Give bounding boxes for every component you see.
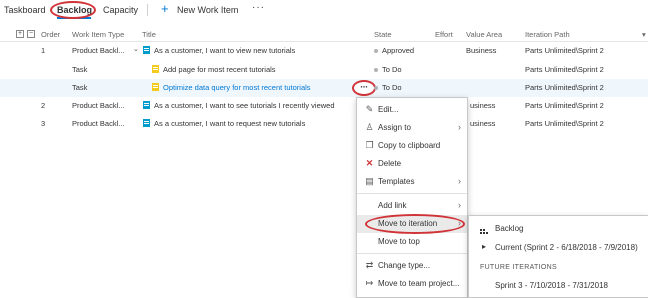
pencil-icon: ✎	[365, 104, 374, 114]
menu-item-label: Edit...	[378, 105, 399, 114]
row-order: 1	[41, 46, 46, 55]
row-title[interactable]: As a customer, I want to request new tut…	[154, 119, 305, 128]
chevron-right-icon: ›	[458, 200, 461, 210]
menu-item-move-to-top[interactable]: Move to top	[357, 233, 467, 251]
row-more-actions-button[interactable]: ···	[352, 80, 376, 96]
header-value-area[interactable]: Value Area	[466, 30, 502, 39]
expand-all-icon[interactable]: +	[16, 30, 24, 38]
chevron-down-icon[interactable]: ⌄	[133, 45, 139, 53]
row-type: Product Backl...	[72, 101, 125, 110]
row-type: Task	[72, 65, 88, 74]
menu-item-label: Add link	[378, 201, 407, 210]
menu-item-delete[interactable]: ✕ Delete	[357, 155, 467, 173]
more-actions-icon[interactable]: ···	[252, 2, 265, 13]
nav-divider	[147, 4, 148, 16]
row-value-area: usiness	[470, 101, 496, 110]
header-filter-icon[interactable]: ▾	[642, 30, 646, 39]
template-icon: ▤	[365, 176, 374, 186]
row-title[interactable]: Optimize data query for most recent tuto…	[163, 83, 311, 92]
task-icon	[152, 83, 159, 91]
change-type-icon: ⇄	[365, 260, 374, 270]
new-work-item-button[interactable]: New Work Item	[177, 5, 238, 15]
backlog-highlight-circle	[50, 1, 96, 19]
table-row[interactable]: 2 Product Backl... As a customer, I want…	[0, 97, 648, 115]
tab-capacity[interactable]: Capacity	[103, 5, 138, 15]
iteration-submenu: Backlog ▸ Current (Sprint 2 - 6/18/2018 …	[468, 215, 648, 298]
menu-item-label: Delete	[378, 159, 402, 168]
header-effort[interactable]: Effort	[435, 30, 453, 39]
row-iteration: Parts Unlimited\Sprint 2	[525, 65, 604, 74]
row-type: Product Backl...	[72, 46, 125, 55]
row-order: 2	[41, 101, 46, 110]
product-backlog-item-icon	[143, 46, 150, 54]
menu-item-copy-to-clipboard[interactable]: ❐ Copy to clipboard	[357, 137, 467, 155]
header-order[interactable]: Order	[41, 30, 60, 39]
menu-item-label: Copy to clipboard	[378, 141, 441, 150]
header-state[interactable]: State	[374, 30, 392, 39]
state-dot-icon	[374, 49, 378, 53]
row-title[interactable]: As a customer, I want to view new tutori…	[154, 46, 295, 55]
move-project-icon: ↦	[365, 278, 374, 288]
menu-divider	[357, 253, 467, 254]
row-iteration: Parts Unlimited\Sprint 2	[525, 83, 604, 92]
product-backlog-item-icon	[143, 101, 150, 109]
table-row[interactable]: 1 Product Backl... ⌄ As a customer, I wa…	[0, 42, 648, 60]
menu-item-add-link[interactable]: Add link ›	[357, 197, 467, 215]
row-title[interactable]: Add page for most recent tutorials	[163, 65, 276, 74]
menu-item-label: Change type...	[378, 261, 431, 270]
assign-user-icon: ♙	[365, 122, 374, 132]
table-row-selected[interactable]: Task Optimize data query for most recent…	[0, 79, 648, 97]
backlog-icon	[480, 229, 488, 236]
table-row[interactable]: 3 Product Backl... As a customer, I want…	[0, 115, 648, 133]
future-iterations-header: FUTURE ITERATIONS	[480, 264, 557, 271]
submenu-label: Backlog	[495, 224, 524, 233]
tab-taskboard[interactable]: Taskboard	[4, 5, 46, 15]
row-type: Task	[72, 83, 88, 92]
delete-x-icon: ✕	[365, 158, 374, 168]
menu-item-label: Assign to	[378, 123, 411, 132]
caret-right-icon: ▸	[482, 242, 487, 251]
submenu-item-sprint-3[interactable]: Sprint 3 - 7/10/2018 - 7/31/2018	[469, 277, 648, 294]
submenu-label: Current (Sprint 2 - 6/18/2018 - 7/9/2018…	[495, 243, 638, 252]
submenu-label: Sprint 3 - 7/10/2018 - 7/31/2018	[495, 281, 608, 290]
row-iteration: Parts Unlimited\Sprint 2	[525, 119, 604, 128]
row-value-area: usiness	[470, 119, 496, 128]
submenu-item-backlog[interactable]: Backlog	[469, 220, 648, 237]
copy-icon: ❐	[365, 140, 374, 150]
menu-item-change-type[interactable]: ⇄ Change type...	[357, 257, 467, 275]
row-value-area: Business	[466, 46, 497, 55]
menu-item-assign-to[interactable]: ♙ Assign to ›	[357, 119, 467, 137]
menu-item-label: Move to top	[378, 237, 420, 246]
menu-item-label: Move to team project...	[378, 279, 460, 288]
header-work-item-type[interactable]: Work Item Type	[72, 30, 124, 39]
state-dot-icon	[374, 68, 378, 72]
row-order: 3	[41, 119, 46, 128]
plus-icon[interactable]: +	[161, 2, 169, 16]
chevron-right-icon: ›	[458, 176, 461, 186]
chevron-right-icon: ›	[458, 122, 461, 132]
row-iteration: Parts Unlimited\Sprint 2	[525, 46, 604, 55]
move-to-iteration-highlight-circle	[365, 214, 465, 234]
row-iteration: Parts Unlimited\Sprint 2	[525, 101, 604, 110]
product-backlog-item-icon	[143, 119, 150, 127]
top-nav: Taskboard Backlog Capacity + New Work It…	[0, 0, 648, 22]
menu-item-edit[interactable]: ✎ Edit...	[357, 101, 467, 119]
header-title[interactable]: Title	[142, 30, 156, 39]
row-state: To Do	[382, 83, 402, 92]
menu-item-move-to-team-project[interactable]: ↦ Move to team project...	[357, 275, 467, 293]
state-dot-icon	[374, 86, 378, 90]
row-state: To Do	[382, 65, 402, 74]
row-type: Product Backl...	[72, 119, 125, 128]
table-row[interactable]: Task Add page for most recent tutorials …	[0, 61, 648, 79]
task-icon	[152, 65, 159, 73]
submenu-item-current-sprint[interactable]: ▸ Current (Sprint 2 - 6/18/2018 - 7/9/20…	[469, 239, 648, 256]
row-title[interactable]: As a customer, I want to see tutorials I…	[154, 101, 335, 110]
menu-item-label: Templates	[378, 177, 415, 186]
menu-item-templates[interactable]: ▤ Templates ›	[357, 173, 467, 191]
header-iteration-path[interactable]: Iteration Path	[525, 30, 570, 39]
menu-divider	[357, 193, 467, 194]
context-menu: ✎ Edit... ♙ Assign to › ❐ Copy to clipbo…	[356, 97, 468, 298]
collapse-all-icon[interactable]: −	[27, 30, 35, 38]
row-state: Approved	[382, 46, 415, 55]
